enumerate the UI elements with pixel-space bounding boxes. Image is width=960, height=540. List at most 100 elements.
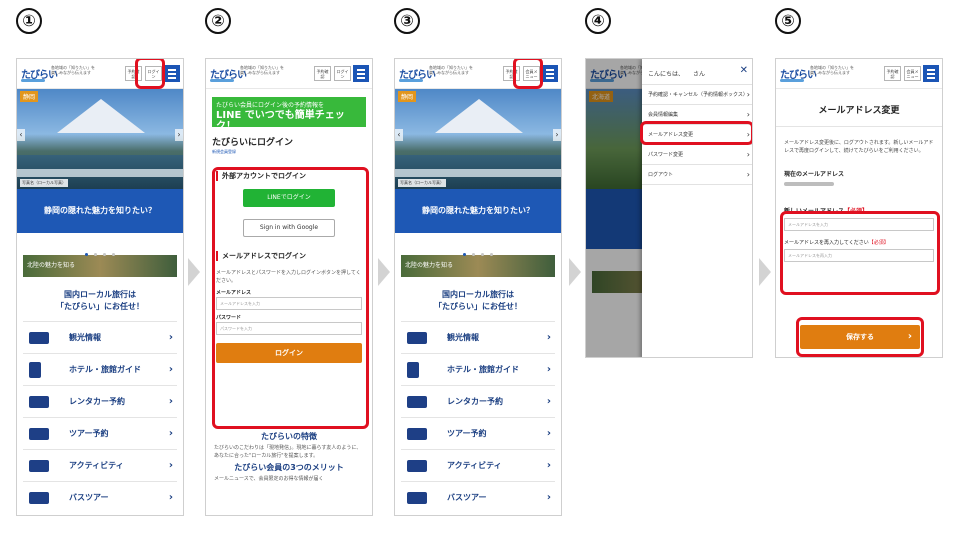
intro-text: 国内ローカル旅行は 「たびらい」にお任せ！ bbox=[434, 290, 522, 311]
category-rentacar[interactable]: レンタカー予約 › bbox=[401, 385, 555, 417]
chevron-right-icon: › bbox=[546, 364, 551, 375]
member-menu-button[interactable]: 会員メニュー bbox=[904, 66, 921, 81]
category-rentacar[interactable]: レンタカー予約 › bbox=[23, 385, 177, 417]
chevron-right-icon: › bbox=[168, 460, 173, 471]
hero-banner[interactable]: 静岡の隠れた魅力を知りたい？ bbox=[395, 189, 561, 233]
email-change-description: メールアドレス変更後に、ログアウトされます。新しいメールアドレスで再度ログインし… bbox=[784, 140, 934, 154]
features-title: たびらいの特徴 bbox=[261, 432, 317, 441]
category-tour[interactable]: ツアー予約 › bbox=[23, 417, 177, 449]
step-number-5: ⑤ bbox=[775, 8, 801, 34]
line-promo-banner[interactable]: たびらい会員にログイン後の予約情報を LINE でいつでも簡単チェック！ bbox=[212, 97, 366, 132]
chevron-right-icon: › bbox=[546, 396, 551, 407]
hero-caption: 写真名（ローカル写真） bbox=[20, 179, 68, 187]
bus-icon bbox=[407, 492, 427, 504]
chevron-right-icon: › bbox=[168, 428, 173, 439]
highlight-email-change bbox=[640, 121, 752, 145]
category-sightseeing[interactable]: 観光情報 › bbox=[401, 321, 555, 353]
menu-item-logout[interactable]: ログアウト › bbox=[642, 165, 752, 185]
chevron-right-icon: › bbox=[168, 396, 173, 407]
menu-item-password-change[interactable]: パスワード変更 › bbox=[642, 145, 752, 165]
chevron-right-icon: › bbox=[546, 460, 551, 471]
carousel-dots[interactable] bbox=[395, 233, 561, 256]
category-bustour[interactable]: バスツアー › bbox=[401, 481, 555, 513]
carousel-dots[interactable] bbox=[17, 233, 183, 256]
building-icon bbox=[407, 362, 419, 378]
screen-login: たびらい 各地域の「知りたい」を 楽しみながら伝えます 予約確認 ログイン たび… bbox=[205, 58, 373, 516]
hero-banner[interactable]: 静岡の隠れた魅力を知りたい？ bbox=[17, 189, 183, 233]
highlight-login-form bbox=[212, 167, 369, 429]
category-activity[interactable]: アクティビティ › bbox=[23, 449, 177, 481]
chevron-right-icon: › bbox=[746, 150, 750, 159]
prefecture-badge: 静岡 bbox=[398, 91, 417, 102]
surfboard-icon bbox=[29, 460, 49, 472]
merits-title: たびらい会員の3つのメリット bbox=[234, 463, 344, 472]
screen-member-menu: たびらい 各地域の「知りたい」を 楽しみながら伝えます 北海道 こんにちは、 さ… bbox=[585, 58, 753, 358]
site-tagline: 各地域の「知りたい」を 楽しみながら伝えます bbox=[240, 65, 288, 75]
prefecture-badge: 静岡 bbox=[20, 91, 39, 102]
site-tagline: 各地域の「知りたい」を 楽しみながら伝えます bbox=[429, 65, 477, 75]
chevron-left-icon[interactable]: ‹ bbox=[17, 129, 25, 141]
highlight-login-button bbox=[135, 59, 165, 89]
step-arrow-icon bbox=[378, 258, 390, 286]
menu-greeting: こんにちは、 さん ✕ bbox=[642, 59, 752, 85]
category-sightseeing[interactable]: 観光情報 › bbox=[23, 321, 177, 353]
features-text: たびらいのこだわりは「現地発信」。現地に暮らす友人のように、あなたに合った"ロー… bbox=[214, 445, 362, 459]
close-icon[interactable]: ✕ bbox=[740, 65, 748, 76]
current-email-masked bbox=[784, 182, 834, 186]
book-icon bbox=[29, 332, 49, 344]
step-number-4: ④ bbox=[585, 8, 611, 34]
building-icon bbox=[29, 362, 41, 378]
car-icon bbox=[29, 396, 49, 408]
car-icon bbox=[407, 396, 427, 408]
category-hotel[interactable]: ホテル・旅館ガイド › bbox=[401, 353, 555, 385]
chevron-right-icon: › bbox=[546, 332, 551, 343]
bus-icon bbox=[29, 492, 49, 504]
hamburger-menu-icon[interactable] bbox=[542, 65, 558, 82]
hamburger-menu-icon[interactable] bbox=[923, 65, 939, 82]
menu-item-reservation[interactable]: 予約確認・キャンセル（予約情報ボックス） › bbox=[642, 85, 752, 105]
step-number-1: ① bbox=[16, 8, 42, 34]
chevron-right-icon[interactable]: › bbox=[553, 129, 561, 141]
category-bustour[interactable]: バスツアー › bbox=[23, 481, 177, 513]
site-header: たびらい 各地域の「知りたい」を 楽しみながら伝えます 予約確認 会員メニュー bbox=[776, 59, 942, 89]
chevron-right-icon: › bbox=[168, 492, 173, 503]
hamburger-menu-icon[interactable] bbox=[164, 65, 180, 82]
site-header: たびらい 各地域の「知りたい」を 楽しみながら伝えます 予約確認 ログイン bbox=[206, 59, 372, 89]
chevron-right-icon: › bbox=[746, 170, 750, 179]
mountain-shape bbox=[57, 99, 145, 133]
reserve-button[interactable]: 予約確認 bbox=[884, 66, 901, 81]
logo-wave-icon bbox=[21, 79, 45, 82]
category-hotel[interactable]: ホテル・旅館ガイド › bbox=[23, 353, 177, 385]
step-arrow-icon bbox=[188, 258, 200, 286]
category-activity[interactable]: アクティビティ › bbox=[401, 449, 555, 481]
intro-text: 国内ローカル旅行は 「たびらい」にお任せ！ bbox=[56, 290, 144, 311]
screen-email-change: たびらい 各地域の「知りたい」を 楽しみながら伝えます 予約確認 会員メニュー … bbox=[775, 58, 943, 358]
register-link[interactable]: 新規会員登録 bbox=[206, 149, 372, 161]
chevron-right-icon: › bbox=[746, 90, 750, 99]
hamburger-menu-icon[interactable] bbox=[353, 65, 369, 82]
suitcase-icon bbox=[29, 428, 49, 440]
step-number-3: ③ bbox=[394, 8, 420, 34]
logo-wave-icon bbox=[780, 79, 804, 82]
site-tagline: 各地域の「知りたい」を 楽しみながら伝えます bbox=[810, 65, 858, 75]
current-email-label: 現在のメールアドレス bbox=[784, 171, 845, 178]
step-arrow-icon bbox=[569, 258, 581, 286]
login-button[interactable]: ログイン bbox=[334, 66, 351, 81]
member-menu-panel: こんにちは、 さん ✕ 予約確認・キャンセル（予約情報ボックス） › 会員情報編集… bbox=[642, 59, 752, 357]
hero-image[interactable]: 静岡 ‹ › 写真名（ローカル写真） bbox=[395, 89, 561, 189]
category-tour[interactable]: ツアー予約 › bbox=[401, 417, 555, 449]
site-tagline: 各地域の「知りたい」を 楽しみながら伝えます bbox=[51, 65, 99, 75]
chevron-right-icon: › bbox=[546, 428, 551, 439]
chevron-right-icon: › bbox=[168, 364, 173, 375]
chevron-right-icon: › bbox=[168, 332, 173, 343]
reserve-button[interactable]: 予約確認 bbox=[314, 66, 331, 81]
hero-image[interactable]: 静岡 ‹ › 写真名（ローカル写真） bbox=[17, 89, 183, 189]
highlight-email-form bbox=[780, 211, 940, 295]
chevron-right-icon[interactable]: › bbox=[175, 129, 183, 141]
merit-item: メールニュースで、会員限定のお得な情報が届く bbox=[214, 476, 324, 482]
chevron-left-icon[interactable]: ‹ bbox=[395, 129, 403, 141]
step-number-2: ② bbox=[205, 8, 231, 34]
hero-caption: 写真名（ローカル写真） bbox=[398, 179, 446, 187]
book-icon bbox=[407, 332, 427, 344]
surfboard-icon bbox=[407, 460, 427, 472]
